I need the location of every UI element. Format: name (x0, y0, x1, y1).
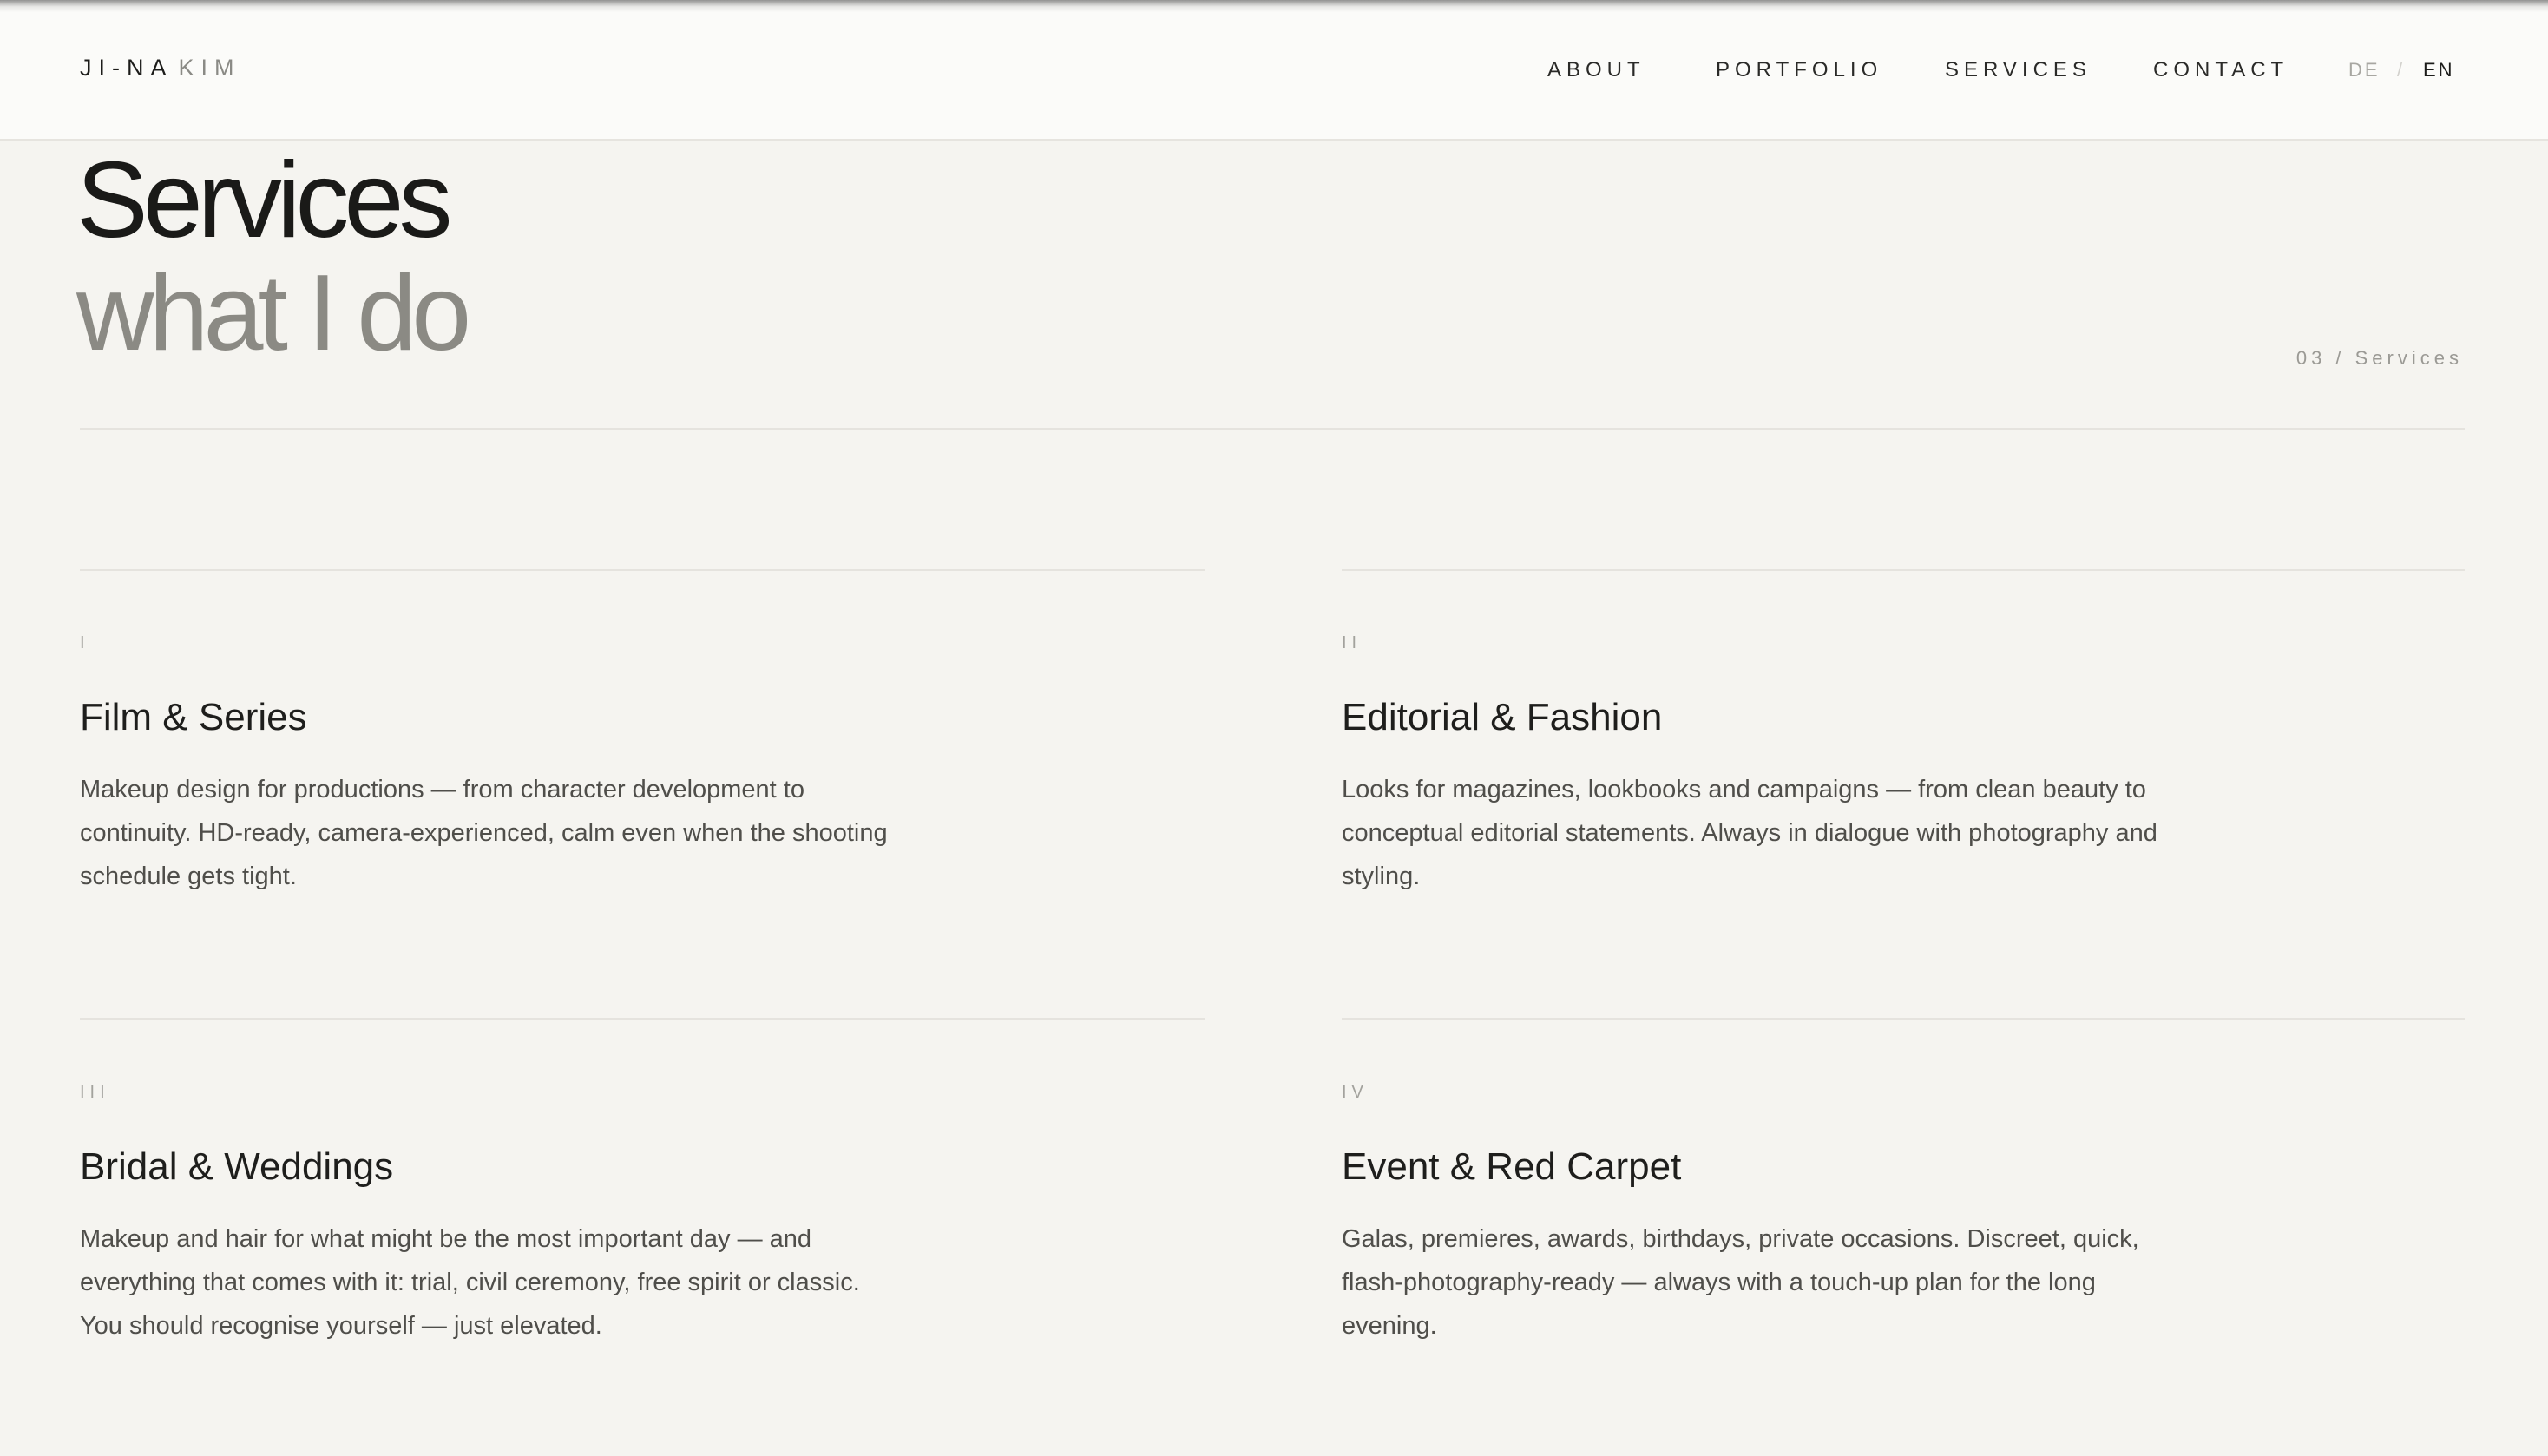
lang-en-link[interactable]: EN (2423, 58, 2455, 82)
lang-de-link[interactable]: DE (2348, 58, 2381, 82)
service-title: Editorial & Fashion (1342, 696, 1663, 738)
card-divider (80, 569, 1205, 571)
service-title: Film & Series (80, 696, 307, 738)
service-numeral: II (1342, 633, 1363, 653)
card-divider (1342, 1018, 2465, 1020)
service-description: Makeup design for productions — from cha… (80, 776, 888, 890)
service-numeral: IV (1342, 1083, 1369, 1102)
nav-services[interactable]: SERVICES (1945, 57, 2092, 83)
service-numeral: I (80, 633, 90, 653)
page-title: Services (76, 141, 452, 260)
card-divider (1342, 569, 2465, 571)
top-shadow (0, 0, 2548, 12)
service-title: Bridal & Weddings (80, 1145, 394, 1188)
hero-divider (80, 428, 2465, 430)
section-tag: 03 / Services (2295, 347, 2463, 369)
site-header: JI-NA KIM ABOUT PORTFOLIO SERVICES CONTAC… (0, 0, 2548, 141)
page: JI-NA KIM ABOUT PORTFOLIO SERVICES CONTAC… (0, 0, 2548, 1456)
nav-about[interactable]: ABOUT (1547, 57, 1645, 83)
card-divider (80, 1018, 1205, 1020)
service-description: Makeup and hair for what might be the mo… (80, 1225, 860, 1340)
nav-portfolio[interactable]: PORTFOLIO (1716, 57, 1882, 83)
service-title: Event & Red Carpet (1342, 1145, 1682, 1188)
lang-separator: / (2397, 59, 2406, 81)
nav-contact[interactable]: CONTACT (2153, 57, 2289, 83)
service-description: Looks for magazines, lookbooks and campa… (1342, 776, 2157, 890)
main-nav: ABOUT PORTFOLIO SERVICES CONTACT (0, 57, 2548, 85)
service-description: Galas, premieres, awards, birthdays, pri… (1342, 1225, 2139, 1340)
service-numeral: III (80, 1083, 110, 1102)
page-subtitle: what I do (76, 253, 471, 373)
